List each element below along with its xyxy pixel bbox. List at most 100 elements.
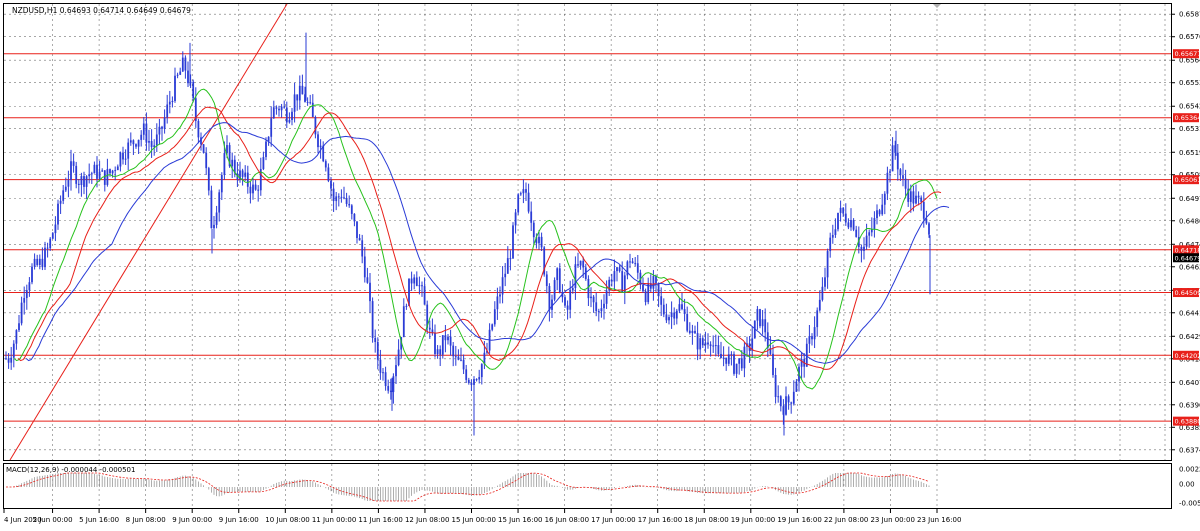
candle-body (681, 304, 683, 309)
candle-body (840, 208, 842, 213)
candle-body (842, 208, 844, 214)
candle-body (416, 277, 418, 285)
candle-body (710, 344, 712, 346)
candle-body (250, 187, 252, 194)
candle-body (666, 314, 668, 320)
candle-body (853, 220, 855, 230)
candle-body (705, 343, 707, 346)
candle-body (211, 190, 213, 228)
candle-body (359, 238, 361, 240)
candle-body (692, 331, 694, 333)
candle-body (335, 196, 337, 201)
candle-body (637, 263, 639, 272)
candle-body (312, 103, 314, 117)
macd-axis-label: -0.00530 (1179, 500, 1200, 508)
candle-body (567, 306, 569, 310)
candle-body (159, 127, 161, 135)
candle-body (478, 377, 480, 379)
candle-body (837, 213, 839, 229)
candle-body (164, 117, 166, 128)
candle-body (512, 225, 514, 258)
x-tick-label: 23 Jun 16:00 (917, 516, 961, 524)
level-price-tag-label: 0.65061 (1175, 176, 1200, 184)
candle-body (835, 229, 837, 235)
candle-body (146, 124, 148, 143)
candle-body (242, 170, 244, 176)
candle-body (289, 120, 291, 122)
candle-body (364, 256, 366, 277)
candle-body (900, 169, 902, 175)
candle-body (463, 360, 465, 369)
candle-body (122, 153, 124, 160)
y-tick-label: 0.65420 (1179, 103, 1200, 111)
candle-body (231, 160, 233, 166)
candle-body (910, 191, 912, 202)
candle-body (796, 382, 798, 392)
candle-body (616, 267, 618, 271)
candle-body (393, 376, 395, 392)
candle-body (887, 173, 889, 194)
level-price-tag-label: 0.65677 (1175, 50, 1200, 58)
candle-body (824, 277, 826, 286)
candle-body (302, 86, 304, 94)
x-tick-label: 17 Jun 16:00 (638, 516, 682, 524)
candle-body (270, 118, 272, 137)
candle-body (156, 134, 158, 145)
candle-body (377, 342, 379, 360)
candle-body (832, 235, 834, 238)
candle-body (421, 285, 423, 286)
y-tick-label: 0.65195 (1179, 149, 1200, 157)
candle-body (255, 185, 257, 190)
candle-body (876, 210, 878, 218)
candle-body (374, 338, 376, 342)
y-tick-label: 0.63740 (1179, 446, 1200, 454)
candle-body (603, 304, 605, 308)
candle-body (816, 310, 818, 327)
candle-body (863, 247, 865, 251)
candle-body (718, 345, 720, 354)
candle-body (372, 301, 374, 338)
candle-body (130, 140, 132, 142)
candle-body (341, 197, 343, 198)
candle-body (725, 358, 727, 364)
candle-body (395, 365, 397, 376)
candle-body (686, 314, 688, 331)
candle-body (715, 345, 717, 346)
candle-body (772, 354, 774, 375)
price-chart[interactable]: 0.658700.657600.656450.655350.654200.653… (0, 0, 1200, 527)
candle-body (780, 396, 782, 406)
candle-body (733, 354, 735, 374)
candle-body (88, 174, 90, 176)
candle-body (702, 338, 704, 345)
candle-body (497, 296, 499, 309)
candle-body (452, 346, 454, 357)
candle-body (827, 251, 829, 277)
candle-body (707, 343, 709, 345)
candle-body (445, 335, 447, 340)
candle-body (23, 298, 25, 303)
x-tick-label: 9 Jun 00:00 (172, 516, 212, 524)
candle-body (437, 349, 439, 354)
chart-window[interactable]: 0.658700.657600.656450.655350.654200.653… (0, 0, 1200, 527)
candle-body (556, 268, 558, 280)
candle-body (468, 380, 470, 383)
candle-body (530, 212, 532, 223)
candle-body (44, 248, 46, 267)
candle-body (387, 386, 389, 391)
candle-body (60, 201, 62, 204)
candle-body (192, 82, 194, 98)
x-tick-label: 19 Jun 00:00 (731, 516, 775, 524)
candle-body (549, 286, 551, 310)
candle-body (455, 356, 457, 357)
candle-body (889, 171, 891, 173)
candle-body (29, 282, 31, 290)
candle-body (138, 140, 140, 147)
candle-body (81, 176, 83, 185)
candle-body (143, 124, 145, 135)
candle-body (309, 102, 311, 103)
candle-body (629, 261, 631, 262)
y-tick-label: 0.65310 (1179, 125, 1200, 133)
candle-body (18, 323, 20, 330)
candle-body (39, 259, 41, 265)
current-price-tag-label: 0.64679 (1175, 254, 1200, 262)
